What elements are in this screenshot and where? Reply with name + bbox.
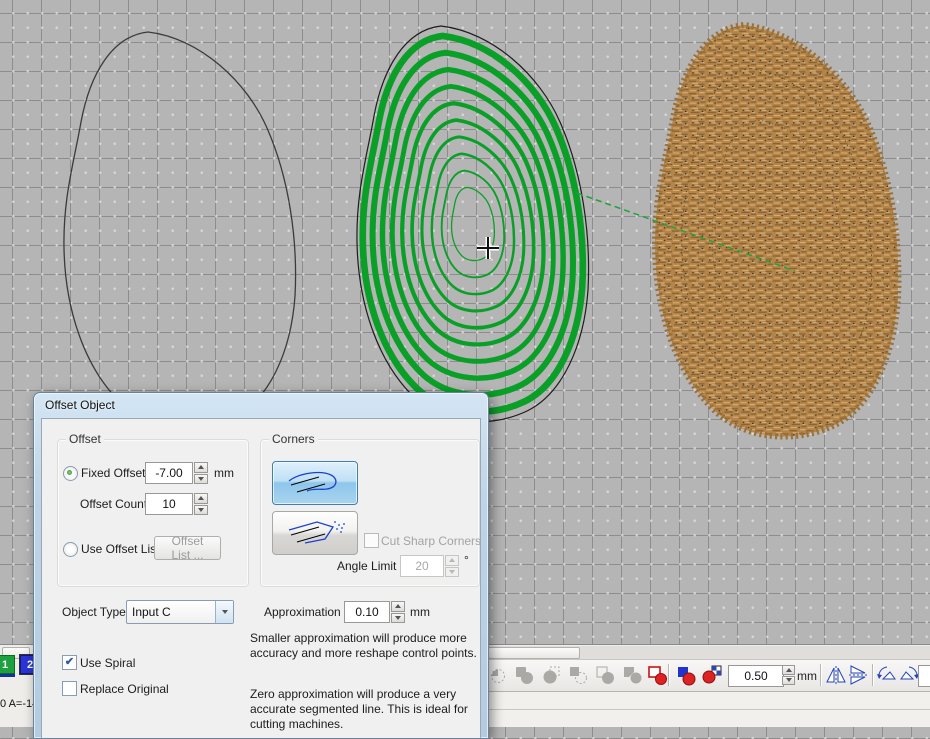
mirror-vertical-icon[interactable] [846, 663, 870, 687]
spin-up-button[interactable] [391, 601, 405, 612]
fixed-offset-label: Fixed Offset [81, 466, 145, 480]
sharp-corner-icon [283, 518, 347, 548]
use-offset-list-label: Use Offset List [81, 542, 159, 556]
spin-up-button[interactable] [194, 462, 208, 473]
shape-op-6-icon[interactable] [620, 663, 644, 687]
toolbar-separator [820, 664, 821, 686]
app-window: { "window": {"title": "Offset Object"}, … [0, 0, 930, 726]
use-offset-list-radio[interactable] [63, 542, 78, 557]
sharp-corners-button[interactable] [272, 511, 358, 555]
toolbar-value-input[interactable] [728, 665, 784, 687]
angle-limit-unit: ° [464, 553, 469, 567]
offset-group-label: Offset [66, 432, 104, 446]
cut-sharp-corners-label: Cut Sharp Corners [381, 534, 481, 548]
fixed-offset-unit: mm [214, 466, 234, 480]
shape-op-5-icon[interactable] [593, 663, 617, 687]
dialog-title[interactable]: Offset Object [34, 393, 488, 417]
toolbar-value-stepper[interactable] [782, 665, 795, 685]
mirror-horizontal-icon[interactable] [824, 663, 848, 687]
object-type-dropdown[interactable]: Input C [126, 600, 234, 624]
approximation-input[interactable]: 0.10 [344, 601, 405, 623]
offset-object-dialog: Offset Object Offset Fixed Offset -7.00 … [33, 392, 489, 739]
approximation-label: Approximation [264, 605, 341, 619]
chevron-down-icon[interactable] [215, 601, 233, 623]
crosshair-cursor [477, 237, 499, 259]
spin-down-button[interactable] [445, 567, 459, 578]
pattern-fill-icon[interactable] [700, 663, 724, 687]
angle-limit-input[interactable]: 20 [400, 555, 459, 577]
fill-node-icon[interactable] [674, 663, 698, 687]
spiral-offset-shape[interactable] [357, 26, 589, 422]
round-corners-button[interactable] [272, 461, 358, 505]
corners-group-label: Corners [269, 432, 318, 446]
rotation-angle-input[interactable] [918, 665, 930, 687]
color-swatch-1[interactable]: 1 [0, 655, 15, 674]
spin-up-button[interactable] [194, 493, 208, 504]
stitch-fill-shape[interactable] [655, 25, 898, 436]
spin-down-button[interactable] [391, 613, 405, 624]
shape-op-red-icon[interactable] [645, 663, 669, 687]
fixed-offset-radio[interactable] [63, 466, 78, 481]
offset-list-button[interactable]: Offset List ... [154, 536, 221, 560]
approximation-note-1: Smaller approximation will produce more … [250, 631, 484, 661]
object-type-value: Input C [127, 605, 215, 619]
spin-down-button[interactable] [194, 505, 208, 516]
offset-count-input[interactable]: 10 [145, 493, 208, 515]
replace-original-checkbox[interactable] [62, 681, 77, 696]
stepper-up-button[interactable] [782, 665, 795, 675]
scrollbar-thumb[interactable] [488, 647, 580, 659]
spin-down-button[interactable] [194, 474, 208, 485]
approximation-note-2: Zero approximation will produce a very a… [250, 687, 484, 732]
active-color-indicator [0, 674, 15, 677]
toolbar-separator [668, 664, 669, 686]
rotate-left-icon[interactable] [875, 663, 899, 687]
shape-op-2-icon[interactable] [512, 663, 536, 687]
use-spiral-checkbox[interactable]: ✔ [62, 655, 77, 670]
cut-sharp-corners-checkbox[interactable] [364, 533, 379, 548]
source-outline-shape[interactable] [64, 32, 296, 428]
object-type-label: Object Type [62, 605, 126, 619]
dialog-client-area: Offset Fixed Offset -7.00 mm Offset Coun… [41, 418, 481, 738]
spin-up-button[interactable] [445, 555, 459, 566]
shape-op-4-icon[interactable] [566, 663, 590, 687]
round-corner-icon [283, 468, 347, 498]
fixed-offset-input[interactable]: -7.00 [145, 462, 208, 484]
replace-original-label: Replace Original [80, 682, 169, 696]
offset-count-label: Offset Count [80, 497, 147, 511]
toolbar-unit-label: mm [797, 669, 817, 683]
stepper-down-button[interactable] [782, 676, 795, 686]
toolbar-separator [872, 664, 873, 686]
shape-op-3-icon[interactable] [539, 663, 563, 687]
approximation-unit: mm [410, 605, 430, 619]
use-spiral-label: Use Spiral [80, 656, 135, 670]
angle-limit-label: Angle Limit [337, 559, 396, 573]
